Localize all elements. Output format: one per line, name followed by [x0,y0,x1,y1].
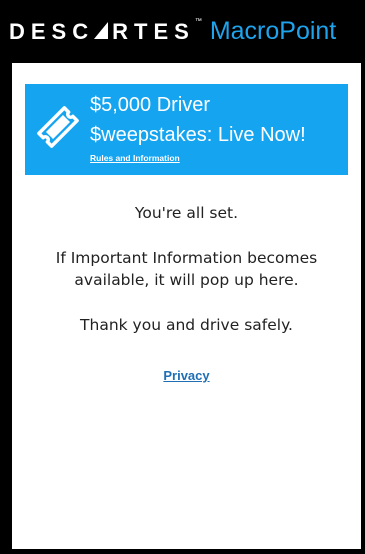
descartes-logo: DESC RTES ™ [9,0,210,63]
info-message-line2: available, it will pop up here. [74,271,299,289]
banner-headline-line1: $5,000 Driver [90,94,211,116]
banner-text: $5,000 Driver $weepstakes: Live Now! Rul… [90,90,306,163]
status-message: You're all set. [134,204,239,222]
thanks-message: Thank you and drive safely. [80,316,293,334]
logo-text-prefix: DESC [9,18,95,44]
rules-link[interactable]: Rules and Information [90,153,306,163]
privacy-link[interactable]: Privacy [12,368,361,383]
logo-triangle-icon [94,22,109,39]
app-header: DESC RTES ™ MacroPoint [0,0,365,63]
logo-text-suffix: RTES [112,18,195,44]
ticket-icon [37,106,79,148]
product-name: MacroPoint [209,17,337,45]
main-content: $5,000 Driver $weepstakes: Live Now! Rul… [12,63,361,549]
info-message-line1: If Important Information becomes [55,249,318,267]
banner-headline-line2: $weepstakes: Live Now! [90,124,306,146]
sweepstakes-banner[interactable]: $5,000 Driver $weepstakes: Live Now! Rul… [25,84,348,175]
trademark-symbol: ™ [194,18,202,25]
